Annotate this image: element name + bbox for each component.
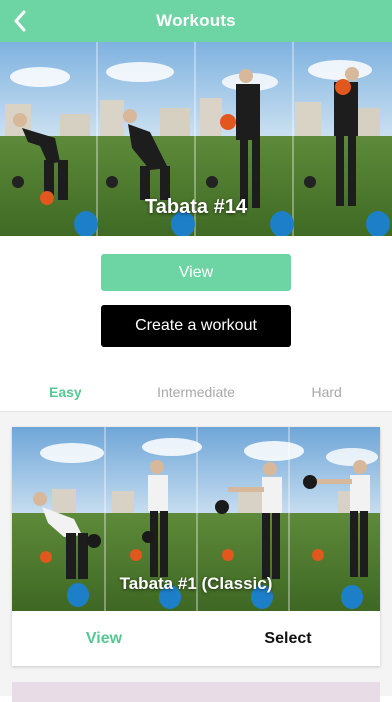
workout-card: Tabata #1 (Classic) View Select <box>12 427 380 666</box>
create-workout-button[interactable]: Create a workout <box>101 305 291 347</box>
tab-easy[interactable]: Easy <box>0 372 131 411</box>
page-title: Workouts <box>156 11 236 30</box>
featured-workout-title: Tabata #14 <box>145 196 247 218</box>
workout-card-title: Tabata #1 (Classic) <box>119 574 273 593</box>
workout-select-button[interactable]: Select <box>196 630 380 648</box>
tab-hard[interactable]: Hard <box>261 372 392 411</box>
workout-card-actions: View Select <box>12 611 380 666</box>
back-button[interactable] <box>6 7 34 35</box>
workout-view-button[interactable]: View <box>12 630 196 648</box>
difficulty-tabs: Easy Intermediate Hard <box>0 372 392 412</box>
tab-intermediate[interactable]: Intermediate <box>131 372 262 411</box>
view-button[interactable]: View <box>101 254 291 291</box>
featured-workout-image[interactable]: Tabata #14 <box>0 42 392 236</box>
workout-card[interactable] <box>12 682 380 702</box>
nav-bar: Workouts <box>0 0 392 42</box>
chevron-left-icon <box>14 10 26 32</box>
workout-card-image[interactable]: Tabata #1 (Classic) <box>12 427 380 611</box>
